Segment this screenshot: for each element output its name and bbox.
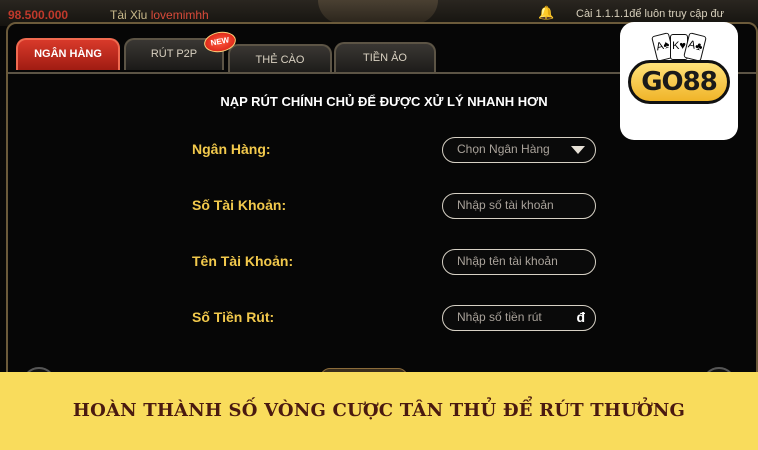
logo-plate: GO88	[628, 60, 730, 104]
amount-label: Số Tiền Rút:	[192, 309, 275, 325]
amount-input[interactable]: Nhập số tiền rút đ	[442, 305, 596, 331]
bank-select[interactable]: Chọn Ngân Hàng	[442, 137, 596, 163]
go88-logo: A♠ K♥ A♣ GO88	[620, 22, 738, 140]
bank-select-value: Chọn Ngân Hàng	[457, 142, 550, 156]
balance-text: 98.500.000	[8, 8, 69, 22]
marquee-username: lovemimhh	[150, 8, 209, 22]
tab-virtual-currency[interactable]: TIỀN ẢO	[334, 42, 436, 74]
account-name-placeholder: Nhập tên tài khoản	[457, 254, 558, 268]
account-number-label: Số Tài Khoản:	[192, 197, 287, 213]
tab-bank[interactable]: NGÂN HÀNG	[16, 38, 120, 70]
account-name-input[interactable]: Nhập tên tài khoản	[442, 249, 596, 275]
chevron-down-icon	[571, 146, 585, 154]
tab-card[interactable]: THẺ CÀO	[228, 44, 332, 74]
notice-marquee: Cài 1.1.1.1để luôn truy cập đư	[576, 8, 725, 20]
marquee-user: Tài Xỉu lovemimhh	[110, 8, 209, 22]
account-name-label: Tên Tài Khoản:	[192, 253, 294, 269]
logo-text: GO88	[641, 67, 718, 97]
account-number-placeholder: Nhập số tài khoản	[457, 198, 554, 212]
banner-text: HOÀN THÀNH SỐ VÒNG CƯỢC TÂN THỦ ĐỂ RÚT T…	[72, 400, 686, 421]
top-logo-frame	[318, 0, 438, 24]
currency-symbol: đ	[576, 309, 585, 325]
account-number-input[interactable]: Nhập số tài khoản	[442, 193, 596, 219]
amount-placeholder: Nhập số tiền rút	[457, 310, 542, 324]
bank-label: Ngân Hàng:	[192, 141, 271, 157]
marquee-game: Tài Xỉu	[110, 8, 151, 22]
bell-icon[interactable]: 🔔	[538, 6, 554, 20]
caption-banner: HOÀN THÀNH SỐ VÒNG CƯỢC TÂN THỦ ĐỂ RÚT T…	[0, 372, 758, 450]
